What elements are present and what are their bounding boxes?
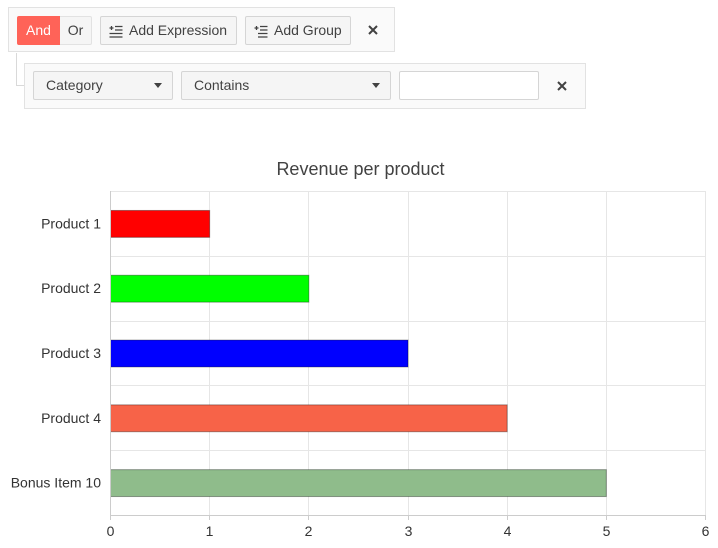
y-category-label: Product 1 [41, 215, 101, 231]
y-category-label: Product 2 [41, 280, 101, 296]
y-category-label: Bonus Item 10 [11, 475, 101, 491]
x-tick-label: 5 [603, 523, 611, 539]
bar-2 [110, 339, 409, 368]
x-tick-label: 6 [702, 523, 710, 539]
y-category-label: Product 4 [41, 410, 101, 426]
bar-chart: 0 1 2 3 4 5 6 Product 1 Product 2 Product 3 Produc… [11, 191, 710, 539]
x-tick-label: 1 [206, 523, 214, 539]
x-tick-label: 3 [405, 523, 413, 539]
bar-4 [110, 469, 607, 498]
x-tick-label: 2 [305, 523, 313, 539]
bar-0 [110, 209, 211, 238]
bar-3 [110, 404, 508, 433]
y-category-label: Product 3 [41, 345, 101, 361]
bar-1 [110, 274, 310, 303]
x-tick-label: 0 [107, 523, 115, 539]
x-tick-label: 4 [504, 523, 512, 539]
